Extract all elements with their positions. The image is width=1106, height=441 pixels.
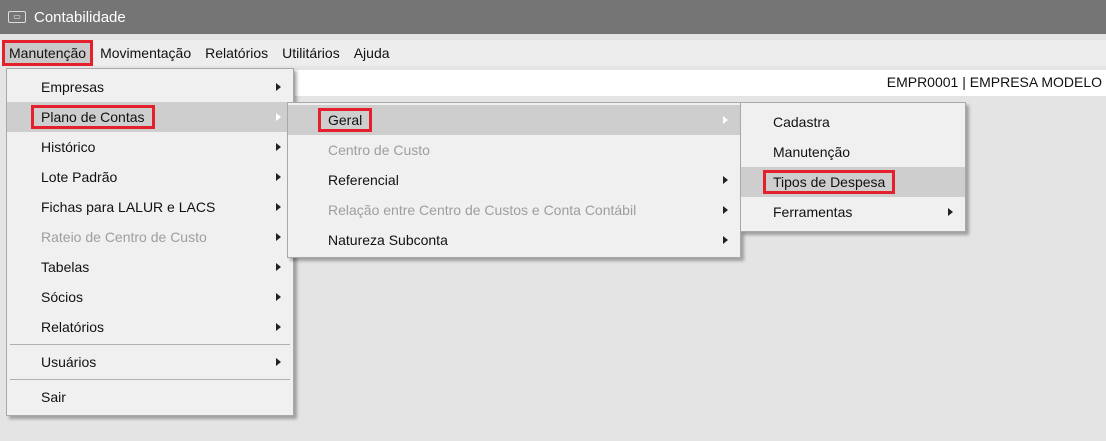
menu-item-label: Usuários (41, 354, 97, 370)
submenu-arrow-icon (276, 293, 281, 301)
menu-item-socios[interactable]: Sócios (7, 282, 293, 312)
menu-item-sair[interactable]: Sair (7, 382, 293, 412)
menu-bar: Manutenção Movimentação Relatórios Utili… (0, 40, 1106, 66)
title-bar: ▭ Contabilidade (0, 0, 1106, 34)
submenu-arrow-icon (276, 203, 281, 211)
menu-item-label: Relatórios (41, 319, 105, 335)
menu-item-label: Referencial (328, 172, 399, 188)
menu-item-label: Centro de Custo (328, 142, 430, 158)
submenu-arrow-icon (723, 116, 728, 124)
menu-item-label: Histórico (41, 139, 96, 155)
menu-item-label: Cadastra (773, 114, 830, 130)
submenu-arrow-icon (276, 83, 281, 91)
menu-item-fichas-lalur-lacs[interactable]: Fichas para LALUR e LACS (7, 192, 293, 222)
menu-item-label: Sair (41, 389, 66, 405)
menu-item-rateio-centro-custo: Rateio de Centro de Custo (7, 222, 293, 252)
menu-item-geral[interactable]: Geral (288, 105, 740, 135)
menu-item-tipos-de-despesa[interactable]: Tipos de Despesa (741, 167, 965, 197)
menu-manutencao[interactable]: Manutenção (1, 40, 94, 66)
company-bar: EMPR0001 | EMPRESA MODELO (295, 70, 1106, 96)
menu-item-referencial[interactable]: Referencial (288, 165, 740, 195)
menu-item-label: Tipos de Despesa (762, 170, 896, 194)
submenu-arrow-icon (276, 113, 281, 121)
menu-item-label: Manutenção (773, 144, 851, 160)
company-label: EMPR0001 | EMPRESA MODELO (886, 74, 1102, 90)
menu-relatorios[interactable]: Relatórios (200, 42, 273, 64)
menu-item-label: Sócios (41, 289, 84, 305)
menu-item-label: Empresas (41, 79, 105, 95)
window-title: Contabilidade (34, 8, 126, 26)
menu-item-historico[interactable]: Histórico (7, 132, 293, 162)
menu-item-cadastra[interactable]: Cadastra (741, 107, 965, 137)
submenu-arrow-icon (276, 173, 281, 181)
submenu-arrow-icon (276, 358, 281, 366)
submenu-geral: Cadastra Manutenção Tipos de Despesa Fer… (740, 102, 966, 232)
menu-item-natureza-subconta[interactable]: Natureza Subconta (288, 225, 740, 255)
menu-movimentacao[interactable]: Movimentação (95, 42, 196, 64)
menu-item-relatorios[interactable]: Relatórios (7, 312, 293, 342)
menu-item-label: Natureza Subconta (328, 232, 448, 248)
menu-utilitarios[interactable]: Utilitários (277, 42, 345, 64)
menu-item-label: Relação entre Centro de Custos e Conta C… (328, 202, 637, 218)
submenu-arrow-icon (276, 263, 281, 271)
menu-item-label: Ferramentas (773, 204, 853, 220)
menu-item-label: Lote Padrão (41, 169, 118, 185)
menu-item-label: Geral (317, 108, 373, 132)
menu-separator (10, 344, 290, 345)
menu-ajuda[interactable]: Ajuda (349, 42, 395, 64)
submenu-arrow-icon (723, 176, 728, 184)
submenu-arrow-icon (723, 206, 728, 214)
menu-item-label: Tabelas (41, 259, 90, 275)
app-icon: ▭ (8, 11, 26, 23)
submenu-arrow-icon (276, 323, 281, 331)
menu-item-manutencao[interactable]: Manutenção (741, 137, 965, 167)
menu-item-ferramentas[interactable]: Ferramentas (741, 197, 965, 227)
menu-item-label: Plano de Contas (31, 105, 155, 129)
menu-item-relacao-centro-conta: Relação entre Centro de Custos e Conta C… (288, 195, 740, 225)
submenu-arrow-icon (276, 143, 281, 151)
menu-separator (10, 379, 290, 380)
submenu-plano-de-contas: Geral Centro de Custo Referencial Relaçã… (287, 102, 741, 258)
menu-item-lote-padrao[interactable]: Lote Padrão (7, 162, 293, 192)
menu-item-empresas[interactable]: Empresas (7, 72, 293, 102)
dropdown-manutencao: Empresas Plano de Contas Histórico Lote … (6, 68, 294, 416)
menu-item-usuarios[interactable]: Usuários (7, 347, 293, 377)
submenu-arrow-icon (948, 208, 953, 216)
submenu-arrow-icon (276, 233, 281, 241)
menu-item-plano-de-contas[interactable]: Plano de Contas (7, 102, 293, 132)
menu-item-label: Rateio de Centro de Custo (41, 229, 207, 245)
menu-item-tabelas[interactable]: Tabelas (7, 252, 293, 282)
menu-item-centro-de-custo: Centro de Custo (288, 135, 740, 165)
submenu-arrow-icon (723, 236, 728, 244)
menu-item-label: Fichas para LALUR e LACS (41, 199, 216, 215)
